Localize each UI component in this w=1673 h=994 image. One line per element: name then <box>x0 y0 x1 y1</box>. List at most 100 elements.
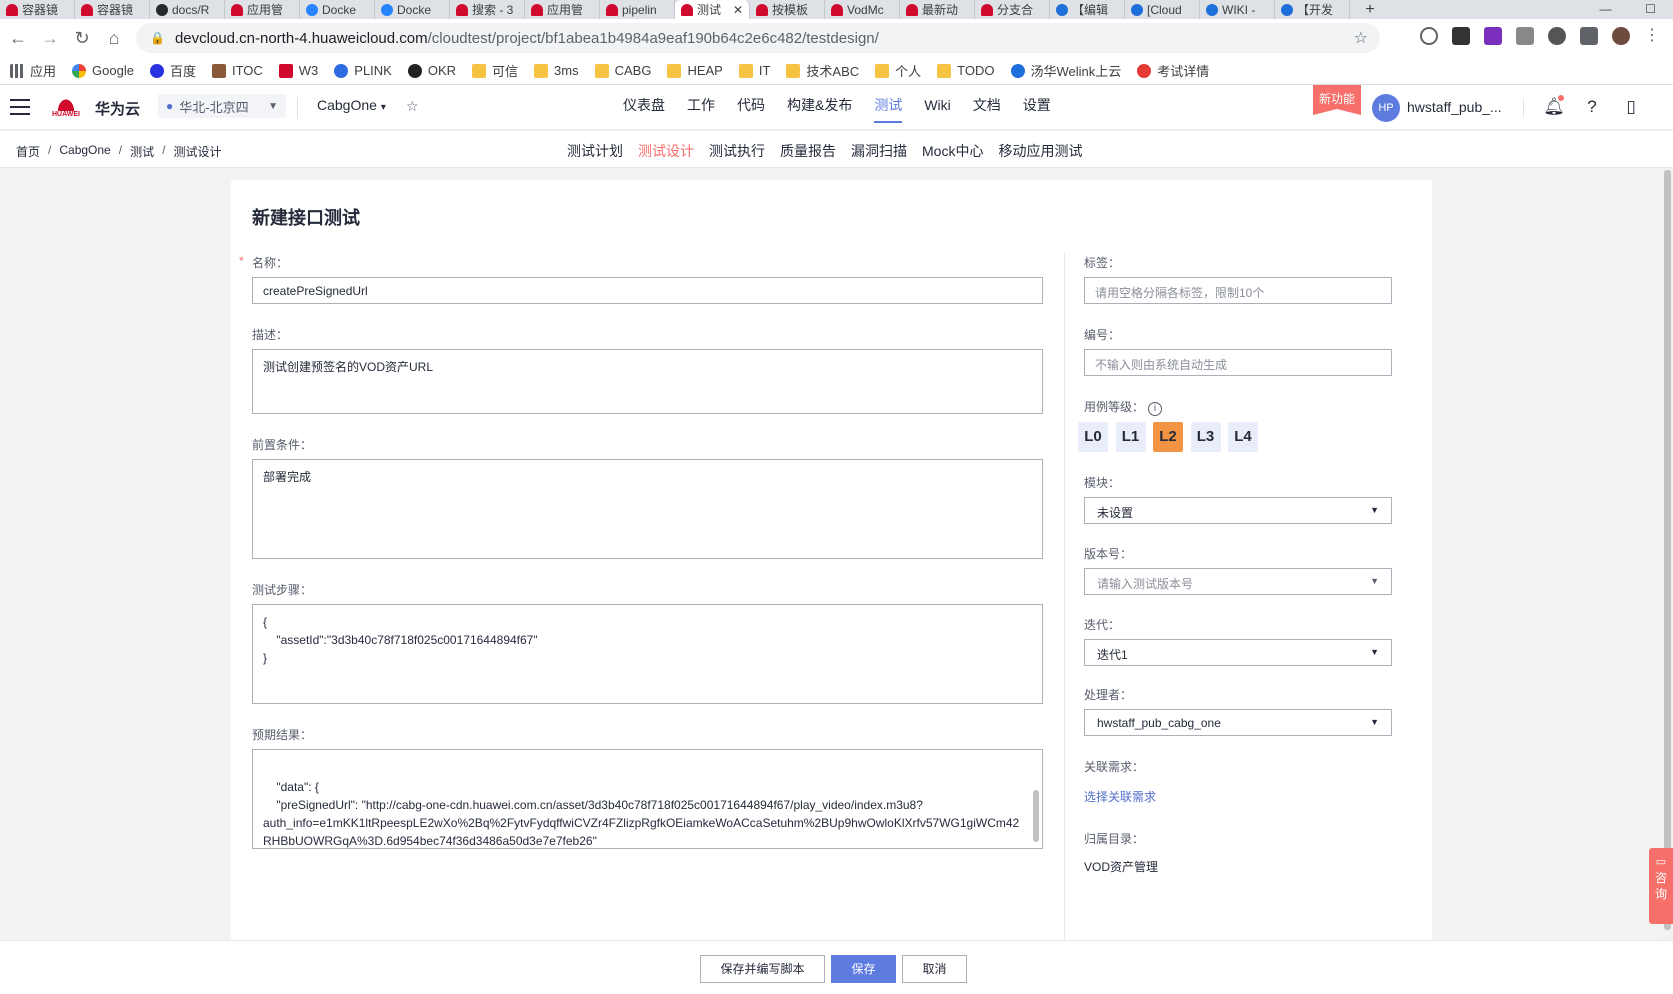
bookmark-item[interactable]: 技术ABC <box>786 61 859 80</box>
bookmark-item[interactable]: 个人 <box>875 61 921 80</box>
browser-tab[interactable]: 分支合 <box>975 0 1050 19</box>
extension-icon[interactable] <box>1452 27 1470 45</box>
browser-tab[interactable]: 容器镜 <box>0 0 75 19</box>
bookmark-item[interactable]: 可信 <box>472 61 518 80</box>
browser-tab[interactable]: 搜索 - 3 <box>450 0 525 19</box>
back-icon[interactable]: ← <box>2 22 34 54</box>
browser-tab[interactable]: Docke <box>375 0 450 19</box>
browser-tab[interactable]: 应用管 <box>525 0 600 19</box>
sub-nav-item[interactable]: 测试设计 <box>638 141 694 161</box>
consult-float-button[interactable]: ▭ 咨询 <box>1649 848 1673 924</box>
number-input[interactable]: 不输入则由系统自动生成 <box>1084 349 1392 376</box>
more-menu-icon[interactable]: ⋮ <box>1644 27 1662 45</box>
case-level-option[interactable]: L3 <box>1190 422 1221 452</box>
bookmark-item[interactable]: PLINK <box>334 63 392 78</box>
forward-icon[interactable]: → <box>34 22 66 54</box>
maximize-button[interactable]: ☐ <box>1628 0 1673 19</box>
sub-nav-item[interactable]: 测试执行 <box>709 141 765 161</box>
browser-tab[interactable]: WIKI - <box>1200 0 1275 19</box>
save-button[interactable]: 保存 <box>831 955 896 983</box>
minimize-button[interactable]: — <box>1583 0 1628 19</box>
browser-tab[interactable]: 应用管 <box>225 0 300 19</box>
brand-name[interactable]: 华为云 <box>95 98 140 119</box>
huawei-logo[interactable]: HUAWEI <box>50 91 82 123</box>
favorite-star-icon[interactable]: ☆ <box>406 98 419 115</box>
breadcrumb-item[interactable]: 首页 <box>16 143 40 160</box>
bookmark-star-icon[interactable]: ☆ <box>1354 28 1368 48</box>
main-nav-item[interactable]: 构建&发布 <box>776 85 863 129</box>
case-level-option[interactable]: L4 <box>1228 422 1258 452</box>
handler-select[interactable]: hwstaff_pub_cabg_one ▼ <box>1084 709 1392 736</box>
info-icon[interactable]: i <box>1148 402 1163 416</box>
save-and-write-script-button[interactable]: 保存并编写脚本 <box>700 955 825 983</box>
hamburger-menu-icon[interactable] <box>10 99 30 115</box>
mobile-icon[interactable]: ▯ <box>1620 96 1642 118</box>
bookmark-item[interactable]: CABG <box>594 63 651 78</box>
new-feature-badge[interactable]: 新功能 <box>1313 85 1361 115</box>
browser-tab[interactable]: docs/R <box>150 0 225 19</box>
extension-icon[interactable] <box>1420 27 1438 45</box>
close-tab-icon[interactable]: ✕ <box>733 3 743 17</box>
url-input[interactable]: 🔒 devcloud.cn-north-4.huaweicloud.com/cl… <box>136 23 1380 53</box>
sub-nav-item[interactable]: Mock中心 <box>922 141 983 161</box>
main-nav-item[interactable]: 工作 <box>676 85 726 129</box>
browser-tab[interactable]: 容器镜 <box>75 0 150 19</box>
browser-tab[interactable]: VodMc <box>825 0 900 19</box>
browser-tab[interactable]: 【开发 <box>1275 0 1350 19</box>
breadcrumb-item[interactable]: 测试 <box>130 143 154 160</box>
main-nav-item[interactable]: Wiki <box>913 85 961 129</box>
bookmark-item[interactable]: 汤华Welink上云 <box>1010 61 1121 80</box>
main-nav-item[interactable]: 测试 <box>863 85 913 129</box>
browser-tab[interactable]: pipelin <box>600 0 675 19</box>
username[interactable]: hwstaff_pub_... <box>1407 99 1502 115</box>
browser-tab[interactable]: [Cloud <box>1125 0 1200 19</box>
textarea-scrollbar[interactable] <box>1033 790 1039 842</box>
project-selector[interactable]: CabgOne ▾ <box>317 97 386 113</box>
browser-tab[interactable]: Docke <box>300 0 375 19</box>
bookmark-item[interactable]: IT <box>738 63 770 78</box>
profile-avatar-icon[interactable] <box>1612 27 1630 45</box>
bookmark-item[interactable]: 考试详情 <box>1137 61 1209 80</box>
browser-tab[interactable]: 最新动 <box>900 0 975 19</box>
case-level-option[interactable]: L1 <box>1115 422 1146 452</box>
sub-nav-item[interactable]: 质量报告 <box>780 141 836 161</box>
iteration-select[interactable]: 迭代1 ▼ <box>1084 639 1392 666</box>
browser-tab[interactable]: 【编辑 <box>1050 0 1125 19</box>
bookmark-item[interactable]: Google <box>72 63 134 78</box>
bookmark-item[interactable]: OKR <box>407 63 456 78</box>
cancel-button[interactable]: 取消 <box>902 955 967 983</box>
version-select[interactable]: 请输入测试版本号 ▼ <box>1084 568 1392 595</box>
page-scrollbar[interactable] <box>1662 168 1673 940</box>
bookmark-item[interactable]: 3ms <box>534 63 579 78</box>
breadcrumb-item[interactable]: CabgOne <box>59 143 110 160</box>
reload-icon[interactable]: ↻ <box>66 22 98 54</box>
sub-nav-item[interactable]: 移动应用测试 <box>998 141 1082 161</box>
region-selector[interactable]: ● 华北-北京四 ▼ <box>158 94 286 118</box>
description-textarea[interactable]: 测试创建预签名的VOD资产URL <box>252 349 1043 414</box>
test-steps-textarea[interactable]: { "assetId":"3d3b40c78f718f025c001716448… <box>252 604 1043 704</box>
extension-icon[interactable] <box>1484 27 1502 45</box>
case-level-option[interactable]: L2 <box>1153 422 1183 452</box>
sub-nav-item[interactable]: 测试计划 <box>567 141 623 161</box>
name-input[interactable]: createPreSignedUrl <box>252 277 1043 304</box>
sub-nav-item[interactable]: 漏洞扫描 <box>851 141 907 161</box>
new-tab-button[interactable]: + <box>1350 0 1390 19</box>
bookmark-item[interactable]: 百度 <box>149 61 196 80</box>
help-icon[interactable]: ? <box>1581 96 1603 118</box>
main-nav-item[interactable]: 文档 <box>962 85 1012 129</box>
home-icon[interactable]: ⌂ <box>98 22 130 54</box>
expected-result-textarea[interactable]: "data": { "preSignedUrl": "http://cabg-o… <box>252 749 1043 849</box>
module-select[interactable]: 未设置 ▼ <box>1084 497 1392 524</box>
bookmark-item[interactable]: 应用 <box>10 61 56 80</box>
puzzle-icon[interactable] <box>1580 27 1598 45</box>
extension-icon[interactable] <box>1548 27 1566 45</box>
page-scrollbar-thumb[interactable] <box>1664 170 1671 930</box>
bookmark-item[interactable]: ITOC <box>211 63 263 78</box>
precondition-textarea[interactable]: 部署完成 <box>252 459 1043 559</box>
bookmark-item[interactable]: W3 <box>278 63 318 78</box>
case-level-option[interactable]: L0 <box>1078 422 1108 452</box>
main-nav-item[interactable]: 仪表盘 <box>612 85 676 129</box>
browser-tab[interactable]: 按模板 <box>750 0 825 19</box>
browser-tab[interactable]: 测试 ✕ <box>675 0 750 19</box>
main-nav-item[interactable]: 设置 <box>1012 85 1062 129</box>
